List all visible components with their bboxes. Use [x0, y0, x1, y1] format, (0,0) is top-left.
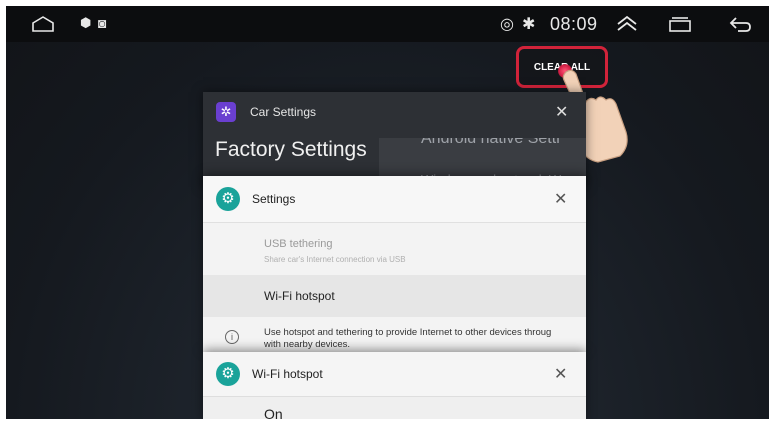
- recent-card-settings[interactable]: ⚙ Settings ✕ USB tethering Share car's I…: [203, 176, 586, 353]
- info-text-line: with nearby devices.: [264, 339, 351, 350]
- bluetooth-icon: ✱: [522, 16, 536, 33]
- settings-gear-icon: ⚙: [216, 187, 240, 211]
- close-icon[interactable]: ✕: [554, 364, 567, 384]
- screenshot-icon: ◙: [98, 15, 107, 31]
- recent-apps-icon[interactable]: [668, 16, 692, 37]
- info-text-line: Use hotspot and tethering to provide Int…: [264, 327, 552, 338]
- clock: 08:09: [550, 14, 598, 34]
- location-icon: ⬢: [80, 15, 92, 30]
- card-app-title: Wi-Fi hotspot: [252, 367, 323, 381]
- home-icon[interactable]: [32, 16, 54, 37]
- usb-tethering-title: USB tethering: [264, 238, 333, 250]
- settings-gear-icon: ⚙: [216, 362, 240, 386]
- close-icon[interactable]: ✕: [554, 189, 567, 209]
- info-icon: i: [225, 330, 239, 344]
- card-header: ⚙ Settings ✕: [203, 176, 586, 223]
- hotspot-icon: ◎: [500, 16, 514, 33]
- recent-card-wifi-hotspot[interactable]: ⚙ Wi-Fi hotspot ✕ On: [203, 352, 586, 419]
- preview-text: Android native Setti: [421, 138, 560, 147]
- recents-screen: ⬢ ◙ ◎ ✱ 08:09 CLEAR ALL ✲ Car Settings ✕…: [6, 6, 769, 419]
- card-app-title: Car Settings: [250, 105, 317, 119]
- card-header: ✲ Car Settings ✕: [203, 92, 586, 132]
- card-header: ⚙ Wi-Fi hotspot ✕: [203, 352, 586, 397]
- factory-settings-heading: Factory Settings: [215, 138, 367, 161]
- wifi-hotspot-label: Wi-Fi hotspot: [264, 289, 335, 303]
- hotspot-state-label: On: [264, 406, 283, 419]
- card-app-title: Settings: [252, 192, 296, 206]
- wifi-hotspot-row[interactable]: Wi-Fi hotspot: [203, 275, 586, 317]
- status-bar: ⬢ ◙ ◎ ✱ 08:09: [6, 6, 769, 42]
- back-icon[interactable]: [728, 15, 752, 38]
- car-settings-app-icon: ✲: [216, 102, 236, 122]
- usb-tethering-subtitle: Share car's Internet connection via USB: [264, 255, 406, 264]
- expand-up-icon[interactable]: [616, 15, 638, 36]
- close-icon[interactable]: ✕: [555, 102, 568, 122]
- recent-card-car-settings[interactable]: ✲ Car Settings ✕ Factory Settings Androi…: [203, 92, 586, 187]
- info-text: Use hotspot and tethering to provide Int…: [264, 327, 586, 351]
